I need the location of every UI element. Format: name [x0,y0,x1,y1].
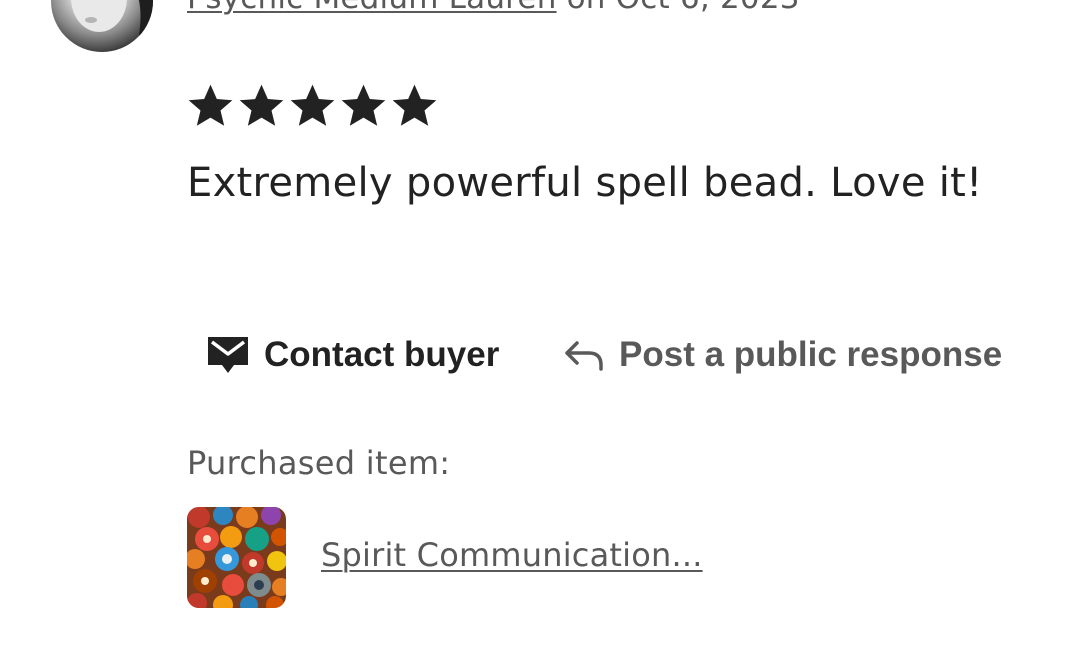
reviewer-line: Psychic Medium Lauren on Oct 6, 2023 [187,0,800,16]
reply-arrow-icon [563,337,605,373]
star-icon [390,80,439,132]
beads-image [187,507,286,608]
contact-buyer-label: Contact buyer [264,335,500,374]
star-icon [186,80,235,132]
purchased-item-thumbnail[interactable] [187,507,286,608]
contact-buyer-button[interactable]: Contact buyer [206,330,499,380]
star-rating [186,80,439,136]
star-icon [288,80,337,132]
star-icon [339,80,388,132]
star-icon [237,80,286,132]
reviewer-name-link[interactable]: Psychic Medium Lauren [187,0,557,16]
purchased-item-link[interactable]: Spirit Communication... [321,536,703,574]
review-text: Extremely powerful spell bead. Love it! [187,160,983,206]
avatar-photo [71,0,153,52]
post-public-response-button[interactable]: Post a public response [563,330,1002,380]
post-public-response-label: Post a public response [619,335,1003,374]
review-date: on Oct 6, 2023 [557,0,800,16]
reviewer-avatar[interactable] [51,0,153,52]
envelope-icon [206,335,250,375]
purchased-item-label: Purchased item: [187,444,451,482]
